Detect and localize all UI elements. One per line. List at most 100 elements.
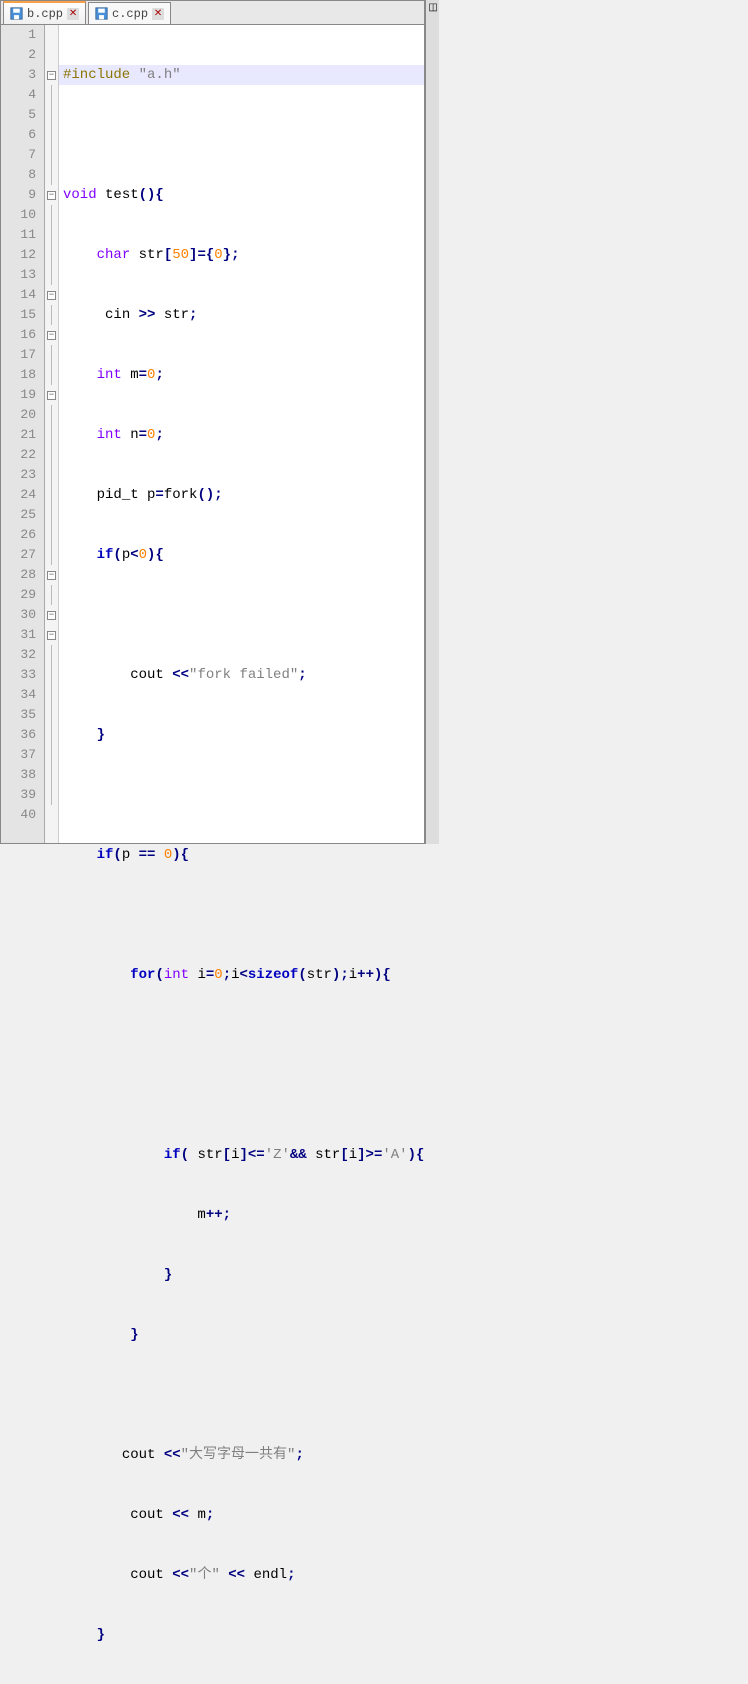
- code-line[interactable]: if(p<0){: [59, 545, 424, 565]
- code-line[interactable]: [59, 785, 424, 805]
- line-number: 19: [1, 385, 36, 405]
- code-line[interactable]: cout <<"个" << endl;: [59, 1565, 424, 1585]
- fold-cell: [45, 125, 58, 145]
- code-line[interactable]: if( str[i]<='Z'&& str[i]>='A'){: [59, 1145, 424, 1165]
- fold-cell: [45, 765, 58, 785]
- fold-toggle-icon[interactable]: −: [47, 631, 56, 640]
- code-line[interactable]: [59, 1385, 424, 1405]
- line-number: 20: [1, 405, 36, 425]
- code-line[interactable]: #include "a.h": [59, 65, 424, 85]
- line-number: 7: [1, 145, 36, 165]
- code-line[interactable]: int n=0;: [59, 425, 424, 445]
- code-line[interactable]: [59, 905, 424, 925]
- line-number: 9: [1, 185, 36, 205]
- code-line[interactable]: }: [59, 1265, 424, 1285]
- line-number: 33: [1, 665, 36, 685]
- code-body: 1234567891011121314151617181920212223242…: [1, 25, 424, 843]
- fold-cell: [45, 245, 58, 265]
- code-line[interactable]: pid_t p=fork();: [59, 485, 424, 505]
- code-line[interactable]: }: [59, 725, 424, 745]
- fold-toggle-icon[interactable]: −: [47, 71, 56, 80]
- fold-cell: [45, 365, 58, 385]
- line-number: 5: [1, 105, 36, 125]
- right-panel-edge[interactable]: ◫: [425, 0, 439, 844]
- fold-cell: [45, 665, 58, 685]
- line-number: 23: [1, 465, 36, 485]
- code-line[interactable]: int m=0;: [59, 365, 424, 385]
- code-area[interactable]: #include "a.h" void test(){ char str[50]…: [59, 25, 424, 843]
- fold-cell: [45, 465, 58, 485]
- fold-cell: [45, 425, 58, 445]
- fold-cell: [45, 485, 58, 505]
- code-line[interactable]: }: [59, 1325, 424, 1345]
- fold-toggle-icon[interactable]: −: [47, 391, 56, 400]
- fold-cell: [45, 705, 58, 725]
- line-number: 16: [1, 325, 36, 345]
- fold-cell: [45, 85, 58, 105]
- fold-cell: [45, 725, 58, 745]
- tab-b-cpp[interactable]: b.cpp ✕: [3, 1, 86, 24]
- code-line[interactable]: for(int i=0;i<sizeof(str);i++){: [59, 965, 424, 985]
- fold-toggle-icon[interactable]: −: [47, 191, 56, 200]
- code-editor: b.cpp ✕ c.cpp ✕ 123456789101112131415161…: [0, 0, 425, 844]
- line-number: 25: [1, 505, 36, 525]
- code-line[interactable]: [59, 1025, 424, 1045]
- code-line[interactable]: cout <<"大写字母一共有";: [59, 1445, 424, 1465]
- code-line[interactable]: char str[50]={0};: [59, 245, 424, 265]
- fold-cell: [45, 785, 58, 805]
- save-icon: [95, 7, 108, 20]
- line-number: 36: [1, 725, 36, 745]
- fold-cell: [45, 45, 58, 65]
- fold-cell: −: [45, 625, 58, 645]
- code-line[interactable]: cin >> str;: [59, 305, 424, 325]
- fold-cell: −: [45, 65, 58, 85]
- close-icon[interactable]: ✕: [152, 8, 164, 20]
- line-number: 6: [1, 125, 36, 145]
- line-number: 18: [1, 365, 36, 385]
- line-number: 38: [1, 765, 36, 785]
- fold-toggle-icon[interactable]: −: [47, 571, 56, 580]
- fold-cell: −: [45, 605, 58, 625]
- fold-cell: [45, 745, 58, 765]
- fold-cell: [45, 545, 58, 565]
- line-number: 24: [1, 485, 36, 505]
- code-line[interactable]: if(p == 0){: [59, 845, 424, 865]
- tab-c-cpp[interactable]: c.cpp ✕: [88, 2, 171, 24]
- line-number: 13: [1, 265, 36, 285]
- line-number-gutter: 1234567891011121314151617181920212223242…: [1, 25, 45, 843]
- line-number: 1: [1, 25, 36, 45]
- code-line[interactable]: void test(){: [59, 185, 424, 205]
- code-line[interactable]: cout << m;: [59, 1505, 424, 1525]
- save-icon: [10, 7, 23, 20]
- fold-toggle-icon[interactable]: −: [47, 291, 56, 300]
- fold-cell: −: [45, 565, 58, 585]
- line-number: 8: [1, 165, 36, 185]
- fold-toggle-icon[interactable]: −: [47, 331, 56, 340]
- line-number: 3: [1, 65, 36, 85]
- fold-toggle-icon[interactable]: −: [47, 611, 56, 620]
- close-icon[interactable]: ✕: [67, 8, 79, 20]
- fold-cell: −: [45, 325, 58, 345]
- fold-cell: −: [45, 285, 58, 305]
- fold-cell: [45, 525, 58, 545]
- tabs-bar: b.cpp ✕ c.cpp ✕: [1, 1, 424, 25]
- code-line[interactable]: m++;: [59, 1205, 424, 1225]
- restore-icon[interactable]: ◫: [426, 0, 439, 16]
- fold-cell: [45, 265, 58, 285]
- line-number: 32: [1, 645, 36, 665]
- line-number: 11: [1, 225, 36, 245]
- line-number: 37: [1, 745, 36, 765]
- code-line[interactable]: [59, 605, 424, 625]
- fold-cell: [45, 585, 58, 605]
- line-number: 40: [1, 805, 36, 825]
- fold-cell: [45, 805, 58, 825]
- fold-cell: [45, 405, 58, 425]
- fold-column: − − − − − − − −: [45, 25, 59, 843]
- fold-cell: −: [45, 185, 58, 205]
- code-line[interactable]: [59, 125, 424, 145]
- code-line[interactable]: cout <<"fork failed";: [59, 665, 424, 685]
- code-line[interactable]: [59, 1085, 424, 1105]
- fold-cell: [45, 345, 58, 365]
- code-line[interactable]: }: [59, 1625, 424, 1645]
- fold-cell: [45, 145, 58, 165]
